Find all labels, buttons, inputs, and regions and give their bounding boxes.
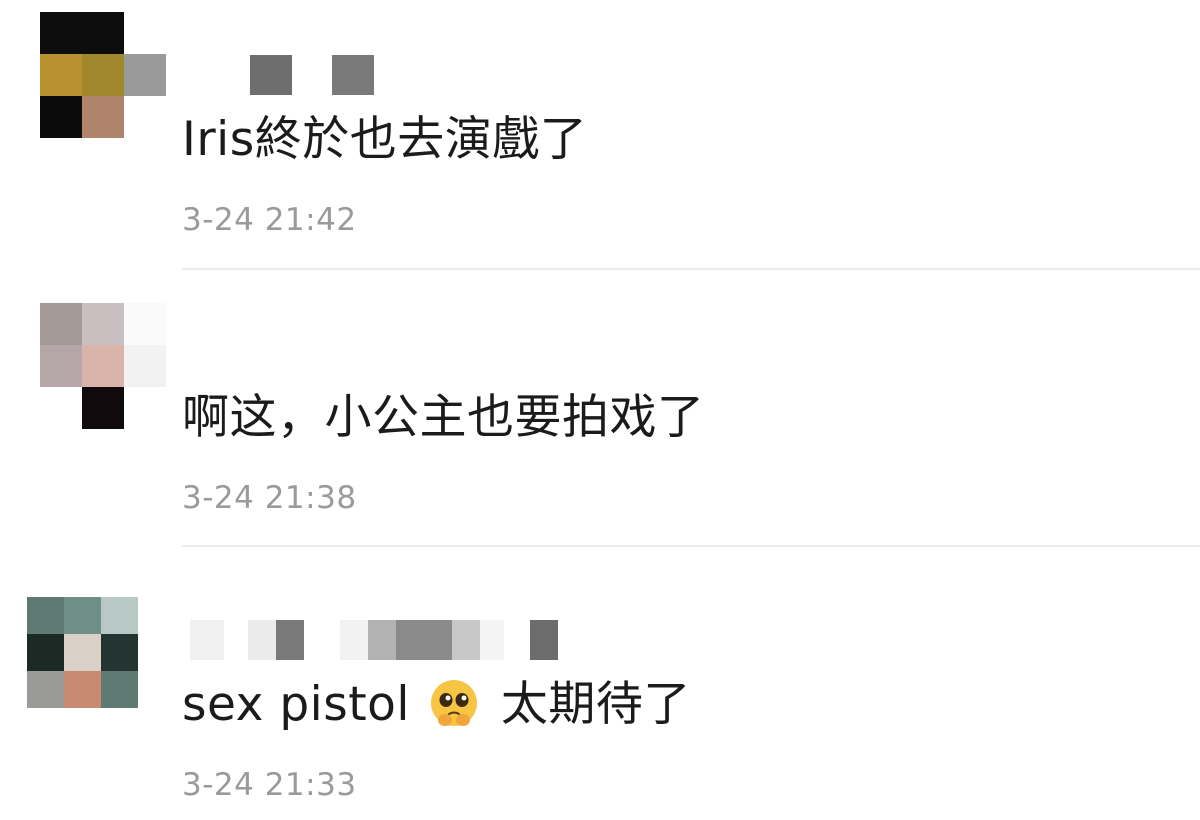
comment-text: sex pistol 太期待了 bbox=[182, 675, 691, 735]
comment-timestamp: 3-24 21:42 bbox=[182, 202, 357, 238]
pleading-face-emoji-icon bbox=[431, 680, 478, 726]
comment-text: 啊这，小公主也要拍戏了 bbox=[182, 390, 705, 445]
comment-text: Iris終於也去演戲了 bbox=[182, 112, 588, 167]
avatar[interactable] bbox=[40, 303, 166, 429]
username-pixelated[interactable] bbox=[170, 55, 374, 95]
divider bbox=[182, 268, 1200, 270]
username-pixelated[interactable] bbox=[190, 620, 558, 660]
comment-text-after-emoji: 太期待了 bbox=[500, 677, 691, 732]
comment-timestamp: 3-24 21:33 bbox=[182, 767, 357, 803]
comment-timestamp: 3-24 21:38 bbox=[182, 480, 357, 516]
avatar[interactable] bbox=[27, 597, 138, 708]
divider bbox=[182, 545, 1200, 547]
avatar[interactable] bbox=[40, 12, 166, 138]
comment-text-before-emoji: sex pistol bbox=[182, 677, 410, 732]
